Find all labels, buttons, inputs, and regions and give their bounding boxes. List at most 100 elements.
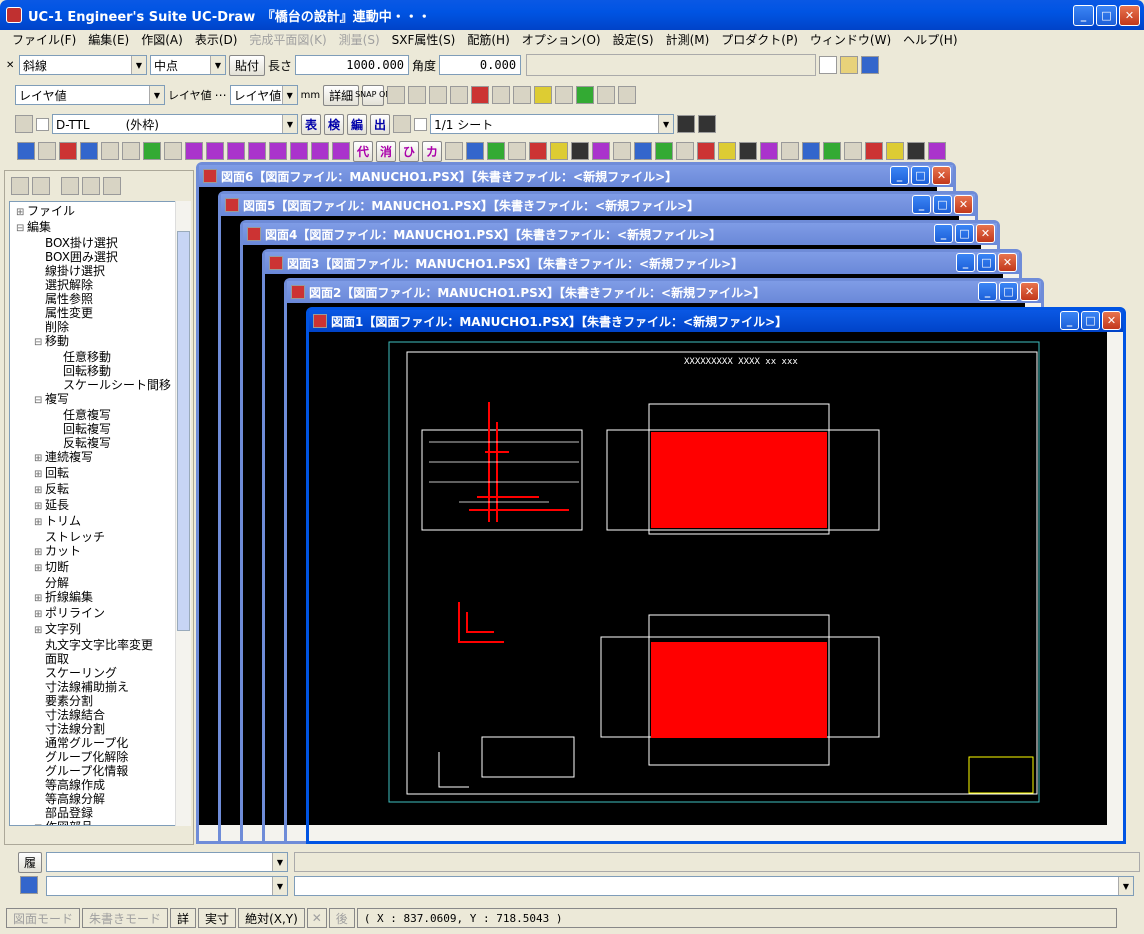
text-tool-button-3[interactable]: ひ xyxy=(399,140,420,162)
window-maximize-button[interactable]: □ xyxy=(911,166,930,185)
window-close-button[interactable]: ✕ xyxy=(954,195,973,214)
expand-icon[interactable]: ⊞ xyxy=(34,500,45,514)
paste-button[interactable]: 貼付 xyxy=(229,54,266,76)
tree-item[interactable]: 削除 xyxy=(16,320,176,334)
edit-tool-icon-21[interactable] xyxy=(865,142,884,160)
snap-globe-icon[interactable] xyxy=(534,86,553,104)
angle-input[interactable] xyxy=(439,55,522,75)
tree-item[interactable]: ⊞ 切断 xyxy=(16,560,176,576)
output-button[interactable]: 出 xyxy=(370,113,391,135)
tree-tool-icon-1[interactable] xyxy=(82,177,100,195)
snap-select[interactable]: 中点 ▼ xyxy=(150,55,226,75)
tree-item[interactable]: ストレッチ xyxy=(16,530,176,544)
draw-tool-icon-5[interactable] xyxy=(101,142,119,160)
draw-tool-icon-16[interactable] xyxy=(332,142,350,160)
menu-item-5[interactable]: 測量(S) xyxy=(333,31,386,48)
tree-collapse-icon[interactable] xyxy=(32,177,50,195)
edit-tool-icon-12[interactable] xyxy=(676,142,695,160)
tree-item[interactable]: ⊞ ファイル xyxy=(16,204,176,220)
tree-item[interactable]: 部品登録 xyxy=(16,806,176,820)
tree-item[interactable]: ⊞ 延長 xyxy=(16,498,176,514)
edit-tool-icon-8[interactable] xyxy=(592,142,611,160)
draw-tool-icon-14[interactable] xyxy=(290,142,308,160)
save-icon[interactable] xyxy=(861,56,880,74)
drawing-window-1[interactable]: 図面1【図面ファイル：MANUCHO1.PSX】【朱書きファイル：<新規ファイル… xyxy=(306,307,1126,844)
sheet-view-icon[interactable] xyxy=(677,115,696,133)
window-minimize-button[interactable]: _ xyxy=(956,253,975,272)
draw-tool-icon-6[interactable] xyxy=(122,142,140,160)
window-minimize-button[interactable]: _ xyxy=(890,166,909,185)
command-input[interactable]: ▼ xyxy=(294,876,1134,896)
tree-item[interactable]: 属性変更 xyxy=(16,306,176,320)
snap-line-icon-2[interactable] xyxy=(408,86,427,104)
tree-item[interactable]: ⊞作図部品 xyxy=(16,820,176,825)
drawing-window-titlebar[interactable]: 図面1【図面ファイル：MANUCHO1.PSX】【朱書きファイル：<新規ファイル… xyxy=(309,310,1123,332)
tree-item[interactable]: 属性参照 xyxy=(16,292,176,306)
tree-item[interactable]: BOX掛け選択 xyxy=(16,236,176,250)
tree-item[interactable]: ⊞ トリム xyxy=(16,514,176,530)
tree-item[interactable]: 分解 xyxy=(16,576,176,590)
tree-item[interactable]: 丸文字文字比率変更 xyxy=(16,638,176,652)
tree-item[interactable]: ⊟ 編集 xyxy=(16,220,176,236)
edit-tool-icon-13[interactable] xyxy=(697,142,716,160)
absolute-xy-button[interactable]: 絶対(X,Y) xyxy=(238,908,305,928)
expand-icon[interactable]: ⊞ xyxy=(34,624,45,638)
menu-item-4[interactable]: 完成平面図(K) xyxy=(243,31,332,48)
draw-tool-icon-1[interactable] xyxy=(17,142,35,160)
window-minimize-button[interactable]: _ xyxy=(912,195,931,214)
sheet-eye-icon[interactable] xyxy=(698,115,717,133)
expand-icon[interactable]: ⊞ xyxy=(34,468,45,482)
menu-item-2[interactable]: 作図(A) xyxy=(135,31,189,48)
tree-item[interactable]: 等高線分解 xyxy=(16,792,176,806)
sheet-checkbox[interactable] xyxy=(414,117,428,131)
tree-item[interactable]: グループ化解除 xyxy=(16,750,176,764)
sheet-select[interactable]: 1/1 シート ▼ xyxy=(430,114,675,134)
edit-tool-icon-6[interactable] xyxy=(550,142,569,160)
snap-grid-icon[interactable] xyxy=(513,86,532,104)
text-tool-button-4[interactable]: カ xyxy=(422,140,443,162)
expand-icon[interactable]: ⊞ xyxy=(34,562,45,576)
window-minimize-button[interactable]: _ xyxy=(1060,311,1079,330)
tree-item[interactable]: スケーリング xyxy=(16,666,176,680)
menu-item-8[interactable]: オプション(O) xyxy=(516,31,607,48)
tree-tool-icon-2[interactable] xyxy=(103,177,121,195)
edit-tool-icon-17[interactable] xyxy=(781,142,800,160)
tree-item[interactable]: 回転移動 xyxy=(16,364,176,378)
edit-tool-icon-11[interactable] xyxy=(655,142,674,160)
draw-tool-icon-4[interactable] xyxy=(80,142,98,160)
tree-item[interactable]: 任意移動 xyxy=(16,350,176,364)
edit-tool-icon-4[interactable] xyxy=(508,142,527,160)
edit-tool-icon-18[interactable] xyxy=(802,142,821,160)
menu-item-1[interactable]: 編集(E) xyxy=(82,31,135,48)
table-button[interactable]: 表 xyxy=(301,113,322,135)
edit-button[interactable]: 編 xyxy=(347,113,368,135)
snap-line-icon-1[interactable] xyxy=(387,86,406,104)
layer-value-select-2[interactable]: レイヤ値 ▼ xyxy=(229,85,298,105)
window-maximize-button[interactable]: □ xyxy=(999,282,1018,301)
redline-mode-button[interactable]: 朱書きモード xyxy=(82,908,169,928)
open-folder-icon[interactable] xyxy=(840,56,859,74)
edit-tool-icon-5[interactable] xyxy=(529,142,548,160)
tree-item[interactable]: 回転複写 xyxy=(16,422,176,436)
layer-icon[interactable] xyxy=(15,115,33,133)
tree-item[interactable]: 要素分割 xyxy=(16,694,176,708)
drawing-window-titlebar[interactable]: 図面2【図面ファイル：MANUCHO1.PSX】【朱書きファイル：<新規ファイル… xyxy=(287,281,1041,303)
text-tool-button-1[interactable]: 代 xyxy=(353,140,374,162)
tree-scrollbar[interactable] xyxy=(175,201,191,826)
detail-button[interactable]: 詳細 xyxy=(323,84,360,106)
menu-item-3[interactable]: 表示(D) xyxy=(189,31,244,48)
command-select[interactable]: ▼ xyxy=(46,876,288,896)
edit-tool-icon-19[interactable] xyxy=(823,142,842,160)
edit-tool-icon-15[interactable] xyxy=(739,142,758,160)
drawing-window-titlebar[interactable]: 図面4【図面ファイル：MANUCHO1.PSX】【朱書きファイル：<新規ファイル… xyxy=(243,223,997,245)
menu-item-11[interactable]: プロダクト(P) xyxy=(715,31,804,48)
draw-tool-icon-2[interactable] xyxy=(38,142,56,160)
window-close-button[interactable]: ✕ xyxy=(998,253,1017,272)
window-close-button[interactable]: ✕ xyxy=(976,224,995,243)
layer-color-icon[interactable] xyxy=(576,86,595,104)
tree-item[interactable]: 面取 xyxy=(16,652,176,666)
edit-tool-icon-24[interactable] xyxy=(928,142,947,160)
draw-tool-icon-12[interactable] xyxy=(248,142,266,160)
tree-item[interactable]: 通常グループ化 xyxy=(16,736,176,750)
sheet-stack-icon[interactable] xyxy=(393,115,412,133)
